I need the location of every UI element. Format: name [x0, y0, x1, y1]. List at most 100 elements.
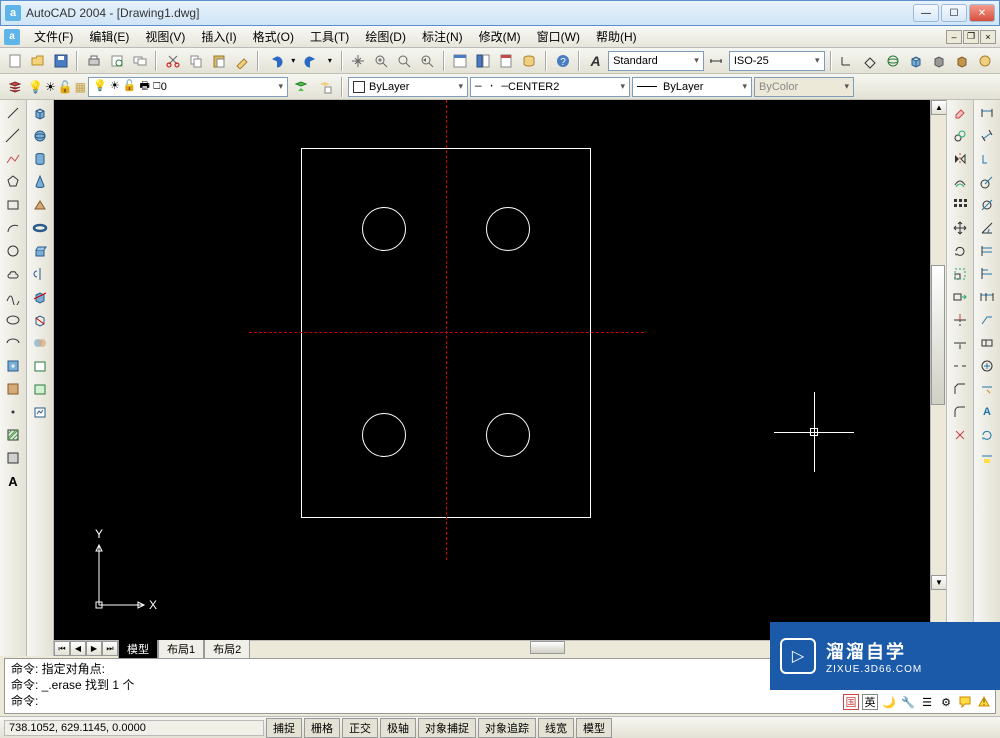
linetype-dropdown[interactable]: — · — CENTER2	[470, 77, 630, 97]
dimstyle-dropdown[interactable]: ISO-25	[729, 51, 825, 71]
otrack-toggle[interactable]: 对象追踪	[478, 718, 536, 738]
new-icon[interactable]	[4, 50, 25, 72]
insert-block-icon[interactable]	[2, 355, 24, 377]
menu-edit[interactable]: 编辑(E)	[81, 26, 137, 47]
minimize-button[interactable]: —	[913, 4, 939, 22]
slice-icon[interactable]	[29, 286, 51, 308]
fillet-icon[interactable]	[949, 401, 971, 423]
undo-dropdown[interactable]: ▾	[288, 50, 300, 72]
redo-icon[interactable]	[301, 50, 322, 72]
menu-help[interactable]: 帮助(H)	[588, 26, 645, 47]
scrollbar-vertical[interactable]: ▲ ▼	[930, 100, 946, 640]
tab-layout1[interactable]: 布局1	[158, 639, 204, 658]
interfere-icon[interactable]	[29, 332, 51, 354]
color-dropdown[interactable]: ByLayer	[348, 77, 468, 97]
shade-icon[interactable]	[952, 50, 973, 72]
grid-toggle[interactable]: 栅格	[304, 718, 340, 738]
xline-icon[interactable]	[2, 125, 24, 147]
polygon-icon[interactable]	[2, 171, 24, 193]
zoom-window-icon[interactable]	[394, 50, 415, 72]
cut-icon[interactable]	[162, 50, 183, 72]
tool-palettes-icon[interactable]	[496, 50, 517, 72]
stretch-icon[interactable]	[949, 286, 971, 308]
print-preview-icon[interactable]	[106, 50, 127, 72]
pan-icon[interactable]	[348, 50, 369, 72]
section-icon[interactable]	[29, 309, 51, 331]
ime-tool-icon[interactable]: 🔧	[900, 694, 916, 710]
dim-baseline-icon[interactable]	[976, 263, 998, 285]
layer-manager-icon[interactable]	[4, 76, 26, 98]
textstyle-dropdown[interactable]: Standard	[608, 51, 704, 71]
zoom-previous-icon[interactable]	[417, 50, 438, 72]
tab-model[interactable]: 模型	[118, 639, 158, 658]
menu-format[interactable]: 格式(O)	[245, 26, 302, 47]
scale-icon[interactable]	[949, 263, 971, 285]
tray-warning-icon[interactable]: !	[976, 694, 992, 710]
dbconnect-icon[interactable]	[519, 50, 540, 72]
mtext-icon[interactable]: A	[2, 470, 24, 492]
lwt-toggle[interactable]: 线宽	[538, 718, 574, 738]
copy-object-icon[interactable]	[949, 125, 971, 147]
tab-first[interactable]: ⏮	[54, 641, 70, 656]
named-views-icon[interactable]	[860, 50, 881, 72]
menu-draw[interactable]: 绘图(D)	[357, 26, 414, 47]
setup-view-icon[interactable]	[29, 378, 51, 400]
menu-window[interactable]: 窗口(W)	[529, 26, 588, 47]
undo-icon[interactable]	[264, 50, 285, 72]
extrude-icon[interactable]	[29, 240, 51, 262]
cone-icon[interactable]	[29, 171, 51, 193]
dim-diameter-icon[interactable]	[976, 194, 998, 216]
dimstyle-icon[interactable]	[706, 50, 727, 72]
dim-angular-icon[interactable]	[976, 217, 998, 239]
close-button[interactable]: ✕	[969, 4, 995, 22]
dim-quick-icon[interactable]	[976, 240, 998, 262]
ortho-toggle[interactable]: 正交	[342, 718, 378, 738]
ucs-icon[interactable]	[837, 50, 858, 72]
layer-dropdown[interactable]: 💡 ☀ 🔓 🖶 ◻ 0	[88, 77, 288, 97]
make-block-icon[interactable]	[2, 378, 24, 400]
trim-icon[interactable]	[949, 309, 971, 331]
tab-layout2[interactable]: 布局2	[204, 639, 250, 658]
match-prop-icon[interactable]	[231, 50, 252, 72]
ime-keyboard-icon[interactable]: ☰	[919, 694, 935, 710]
hide-icon[interactable]	[929, 50, 950, 72]
mdi-restore[interactable]: ❐	[963, 30, 979, 44]
menu-modify[interactable]: 修改(M)	[471, 26, 529, 47]
array-icon[interactable]	[949, 194, 971, 216]
paste-icon[interactable]	[208, 50, 229, 72]
osnap-toggle[interactable]: 对象捕捉	[418, 718, 476, 738]
snap-toggle[interactable]: 捕捉	[266, 718, 302, 738]
maximize-button[interactable]: ☐	[941, 4, 967, 22]
rotate-icon[interactable]	[949, 240, 971, 262]
torus-icon[interactable]	[29, 217, 51, 239]
tolerance-icon[interactable]	[976, 332, 998, 354]
polar-toggle[interactable]: 极轴	[380, 718, 416, 738]
ime-moon-icon[interactable]: 🌙	[881, 694, 897, 710]
lineweight-dropdown[interactable]: ByLayer	[632, 77, 752, 97]
redo-dropdown[interactable]: ▾	[324, 50, 336, 72]
menu-tools[interactable]: 工具(T)	[302, 26, 357, 47]
ellipse-icon[interactable]	[2, 309, 24, 331]
revcloud-icon[interactable]	[2, 263, 24, 285]
point-icon[interactable]	[2, 401, 24, 423]
dim-edit-icon[interactable]	[976, 378, 998, 400]
dim-style-icon[interactable]	[976, 447, 998, 469]
open-icon[interactable]	[27, 50, 48, 72]
mdi-close[interactable]: ×	[980, 30, 996, 44]
help-icon[interactable]: ?	[552, 50, 573, 72]
print-icon[interactable]	[83, 50, 104, 72]
tab-next[interactable]: ▶	[86, 641, 102, 656]
revolve-icon[interactable]	[29, 263, 51, 285]
center-mark-icon[interactable]	[976, 355, 998, 377]
properties-icon[interactable]	[450, 50, 471, 72]
wedge-icon[interactable]	[29, 194, 51, 216]
3d-orbit-icon[interactable]	[883, 50, 904, 72]
rectangle-icon[interactable]	[2, 194, 24, 216]
dim-continue-icon[interactable]	[976, 286, 998, 308]
ime-country-icon[interactable]: 国	[843, 694, 859, 710]
ime-settings-icon[interactable]: ⚙	[938, 694, 954, 710]
pline-icon[interactable]	[2, 148, 24, 170]
dim-aligned-icon[interactable]	[976, 125, 998, 147]
spline-icon[interactable]	[2, 286, 24, 308]
drawing-canvas[interactable]: X Y	[54, 100, 930, 640]
